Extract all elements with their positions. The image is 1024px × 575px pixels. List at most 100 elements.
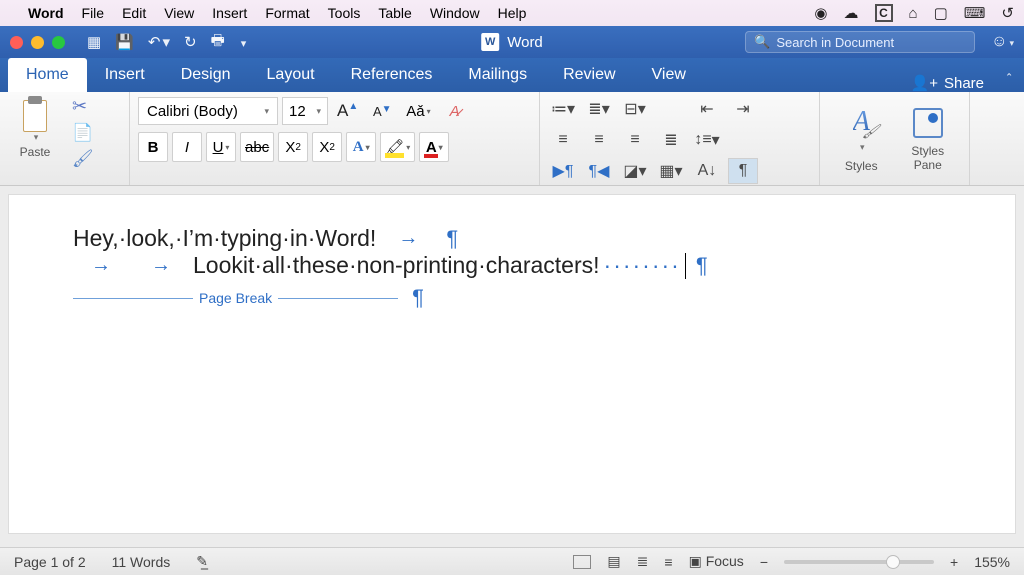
- styles-pane-button[interactable]: Styles Pane: [897, 108, 959, 172]
- font-size-selector[interactable]: 12▾: [282, 97, 328, 125]
- doc-line-2[interactable]: Lookit·all·these·non-printing·characters…: [193, 252, 600, 279]
- zoom-window-button[interactable]: [52, 36, 65, 49]
- outline-view-icon[interactable]: ≣: [637, 553, 649, 570]
- change-case-button[interactable]: Aǎ▾: [401, 96, 435, 126]
- copy-icon[interactable]: 📄: [72, 123, 94, 143]
- paste-label: Paste: [20, 145, 51, 159]
- grow-font-button[interactable]: A▲: [332, 96, 363, 126]
- tab-mark-icon: →: [73, 254, 129, 277]
- styles-gallery-button[interactable]: A🖌 ▾ Styles: [830, 106, 892, 173]
- font-name-selector[interactable]: Calibri (Body)▾: [138, 97, 278, 125]
- airplay-icon[interactable]: ▢: [934, 4, 948, 22]
- clear-formatting-button[interactable]: A̷: [440, 96, 470, 126]
- subscript-button[interactable]: X2: [278, 132, 308, 162]
- draft-view-icon[interactable]: ≡: [664, 554, 672, 570]
- menu-window[interactable]: Window: [430, 5, 480, 21]
- tab-home[interactable]: Home: [8, 58, 87, 92]
- share-button[interactable]: 👤+ Share: [903, 74, 992, 92]
- qat-save-icon[interactable]: 💾: [115, 33, 134, 51]
- keyboard-icon[interactable]: ⌨: [964, 4, 986, 22]
- text-effects-button[interactable]: A▾: [346, 132, 376, 162]
- numbering-button[interactable]: ≣▾: [584, 96, 614, 122]
- timemachine-icon[interactable]: ↺: [1001, 4, 1014, 22]
- format-painter-icon[interactable]: 🖌: [72, 149, 94, 169]
- show-paragraph-marks-button[interactable]: ¶: [728, 158, 758, 184]
- underline-button[interactable]: U▾: [206, 132, 236, 162]
- bold-button[interactable]: B: [138, 132, 168, 162]
- tab-insert[interactable]: Insert: [87, 58, 163, 92]
- zoom-slider-knob[interactable]: [886, 555, 900, 569]
- shrink-font-button[interactable]: A▼: [367, 96, 397, 126]
- menu-file[interactable]: File: [82, 5, 105, 21]
- cut-icon[interactable]: ✂: [72, 96, 94, 117]
- doc-line-1[interactable]: Hey,·look,·I’m·typing·in·Word!: [73, 225, 376, 252]
- web-layout-view-icon[interactable]: ▤: [607, 553, 620, 570]
- status-word-count[interactable]: 11 Words: [112, 554, 171, 570]
- app-indicator-icon[interactable]: C: [875, 4, 893, 22]
- menu-help[interactable]: Help: [498, 5, 527, 21]
- print-layout-view-icon[interactable]: [573, 555, 591, 569]
- focus-mode-button[interactable]: ▣ Focus: [689, 553, 744, 570]
- tab-view[interactable]: View: [634, 58, 704, 92]
- page[interactable]: Hey,·look,·I’m·typing·in·Word! → ¶ → → L…: [8, 194, 1016, 534]
- status-page[interactable]: Page 1 of 2: [14, 554, 86, 570]
- italic-button[interactable]: I: [172, 132, 202, 162]
- menu-format[interactable]: Format: [265, 5, 309, 21]
- group-paragraph: ≔▾ ≣▾ ⊟▾ ⇤ ⇥ ≡ ≡ ≡ ≣ ↕≡▾ ▶¶ ¶◀ ◪▾ ▦▾ A↓ …: [540, 92, 820, 185]
- zoom-level[interactable]: 155%: [974, 554, 1010, 570]
- align-left-button[interactable]: ≡: [548, 127, 578, 153]
- zoom-in-button[interactable]: +: [950, 554, 958, 570]
- highlight-button[interactable]: 🖍▾: [380, 132, 415, 162]
- zoom-slider[interactable]: [784, 560, 934, 564]
- qat-home-icon[interactable]: ▦: [87, 33, 101, 51]
- ribbon-tabs: Home Insert Design Layout References Mai…: [0, 58, 1024, 92]
- qat-undo-icon[interactable]: ↶▾: [148, 33, 170, 51]
- decrease-indent-button[interactable]: ⇤: [692, 96, 722, 122]
- ltr-direction-button[interactable]: ▶¶: [548, 158, 578, 184]
- justify-button[interactable]: ≣: [656, 127, 686, 153]
- superscript-button[interactable]: X2: [312, 132, 342, 162]
- qat-repeat-icon[interactable]: ↻: [184, 33, 197, 51]
- align-right-button[interactable]: ≡: [620, 127, 650, 153]
- mac-menubar: Word File Edit View Insert Format Tools …: [0, 0, 1024, 26]
- rtl-direction-button[interactable]: ¶◀: [584, 158, 614, 184]
- menu-edit[interactable]: Edit: [122, 5, 146, 21]
- status-spellcheck-icon[interactable]: ✎̲: [196, 553, 208, 570]
- tab-layout[interactable]: Layout: [249, 58, 333, 92]
- accessibility-icon[interactable]: ◉: [814, 4, 827, 22]
- tab-review[interactable]: Review: [545, 58, 633, 92]
- search-in-document[interactable]: 🔍: [745, 31, 975, 53]
- home-icon[interactable]: ⌂: [909, 5, 918, 22]
- menu-insert[interactable]: Insert: [212, 5, 247, 21]
- text-caret: [685, 253, 686, 279]
- menu-table[interactable]: Table: [378, 5, 411, 21]
- tab-references[interactable]: References: [333, 58, 451, 92]
- align-center-button[interactable]: ≡: [584, 127, 614, 153]
- paste-dropdown[interactable]: ▾: [34, 132, 39, 143]
- document-area[interactable]: Hey,·look,·I’m·typing·in·Word! → ¶ → → L…: [0, 186, 1024, 547]
- tab-mailings[interactable]: Mailings: [450, 58, 545, 92]
- borders-button[interactable]: ▦▾: [656, 158, 686, 184]
- increase-indent-button[interactable]: ⇥: [728, 96, 758, 122]
- font-color-button[interactable]: A▾: [419, 132, 449, 162]
- bullets-button[interactable]: ≔▾: [548, 96, 578, 122]
- feedback-icon[interactable]: ☺▾: [991, 33, 1014, 51]
- collapse-ribbon-icon[interactable]: ＾: [1002, 72, 1016, 92]
- shading-button[interactable]: ◪▾: [620, 158, 650, 184]
- tab-design[interactable]: Design: [163, 58, 249, 92]
- zoom-out-button[interactable]: −: [760, 554, 768, 570]
- menu-app[interactable]: Word: [28, 5, 64, 21]
- minimize-window-button[interactable]: [31, 36, 44, 49]
- line-spacing-button[interactable]: ↕≡▾: [692, 127, 722, 153]
- strikethrough-button[interactable]: abc: [240, 132, 274, 162]
- menu-tools[interactable]: Tools: [328, 5, 361, 21]
- sort-button[interactable]: A↓: [692, 158, 722, 184]
- search-input[interactable]: [776, 35, 966, 50]
- qat-print-icon[interactable]: 🖶: [211, 30, 225, 55]
- wifi-icon[interactable]: ☁: [844, 4, 859, 22]
- multilevel-list-button[interactable]: ⊟▾: [620, 96, 650, 122]
- menu-view[interactable]: View: [164, 5, 194, 21]
- paste-icon[interactable]: [20, 96, 50, 132]
- qat-customize-icon[interactable]: ▾: [239, 34, 247, 51]
- close-window-button[interactable]: [10, 36, 23, 49]
